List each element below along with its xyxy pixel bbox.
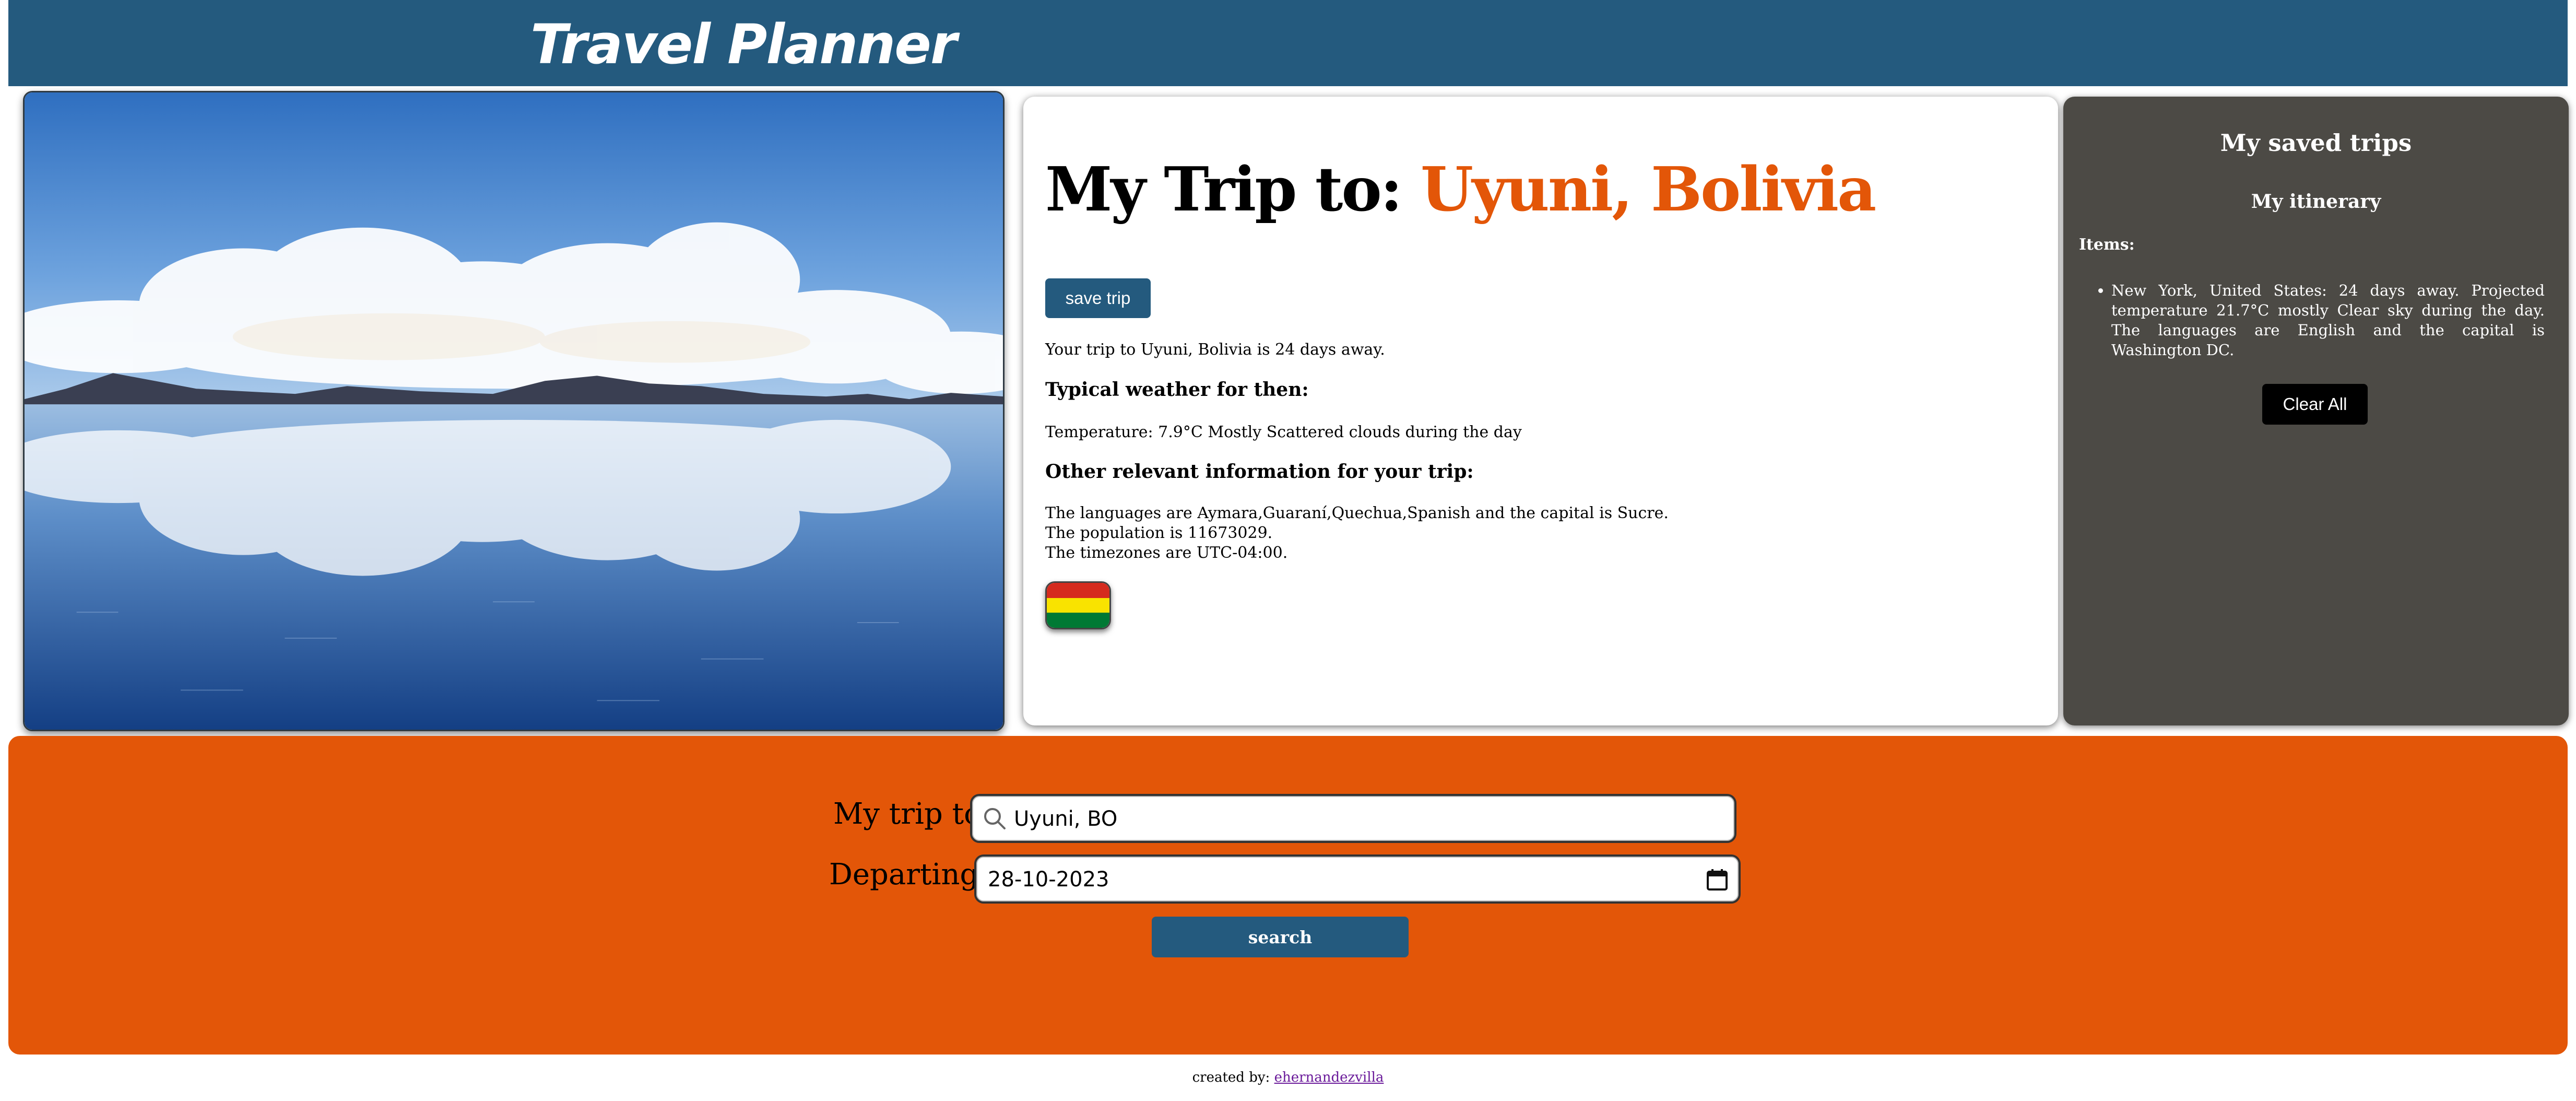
itinerary-title: My itinerary: [2251, 191, 2381, 213]
trip-details-card: My Trip to: Uyuni, Bolivia save trip You…: [1023, 97, 2058, 725]
saved-trips-title: My saved trips: [2220, 129, 2412, 157]
weather-text: Temperature: 7.9°C Mostly Scattered clou…: [1045, 423, 1522, 441]
weather-heading: Typical weather for then:: [1045, 379, 1309, 401]
saved-items-list: New York, United States: 24 days away. P…: [2095, 280, 2545, 360]
country-flag-icon: [1045, 581, 1111, 629]
footer-credit: created by:: [1192, 1070, 1270, 1085]
header: Travel Planner: [8, 0, 2568, 86]
languages-text: The languages are Aymara,Guaraní,Quechua…: [1045, 504, 1669, 522]
saved-trips-panel: My saved trips My itinerary Items: New Y…: [2063, 97, 2569, 725]
trip-heading-prefix: My Trip to:: [1045, 154, 1403, 225]
timezones-text: The timezones are UTC-04:00.: [1045, 544, 1288, 562]
clear-all-button[interactable]: Clear All: [2262, 384, 2368, 425]
author-link[interactable]: ehernandezvilla: [1274, 1070, 1384, 1085]
save-trip-button[interactable]: save trip: [1045, 278, 1151, 318]
destination-label: My trip to:: [833, 797, 991, 831]
flag-stripe-yellow: [1047, 598, 1109, 613]
destination-field[interactable]: [970, 794, 1736, 843]
departing-label: Departing:: [829, 858, 989, 892]
flag-stripe-green: [1047, 613, 1109, 628]
departing-date-field[interactable]: [974, 854, 1741, 904]
trip-destination: Uyuni, Bolivia: [1420, 154, 1876, 225]
flag-stripe-red: [1047, 583, 1109, 598]
saved-item: New York, United States: 24 days away. P…: [2111, 280, 2545, 360]
destination-input[interactable]: [1014, 803, 1724, 835]
days-away-text: Your trip to Uyuni, Bolivia is 24 days a…: [1045, 341, 1385, 359]
destination-photo: [23, 91, 1005, 731]
search-icon: [984, 808, 1006, 829]
trip-heading: My Trip to: Uyuni, Bolivia: [1045, 154, 1876, 225]
app-title: Travel Planner: [530, 13, 957, 76]
departing-date-input[interactable]: [988, 864, 1677, 895]
items-label: Items:: [2079, 236, 2135, 254]
search-button[interactable]: search: [1152, 917, 1409, 957]
population-text: The population is 11673029.: [1045, 524, 1273, 542]
calendar-icon[interactable]: [1706, 868, 1728, 891]
footer: created by: ehernandezvilla: [0, 1070, 2576, 1085]
info-heading: Other relevant information for your trip…: [1045, 461, 1474, 483]
